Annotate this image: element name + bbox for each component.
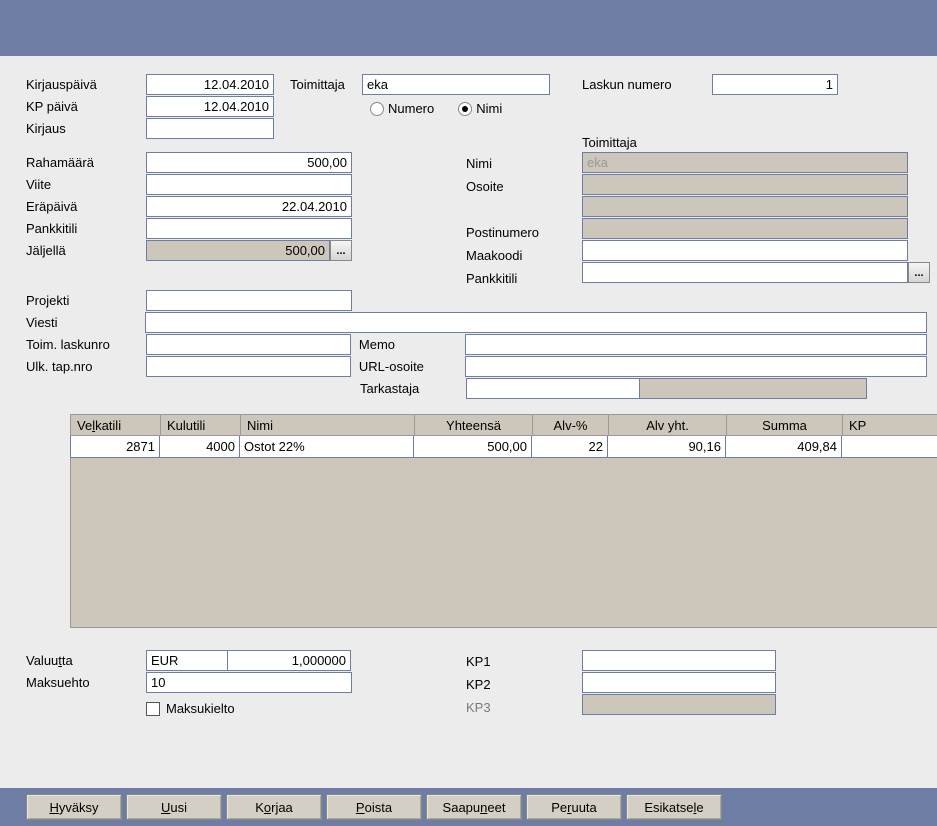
url-osoite-input[interactable] (465, 356, 927, 377)
ulk-tapnro-input[interactable] (146, 356, 351, 377)
laskun-numero-input[interactable] (712, 74, 838, 95)
viite-input[interactable] (146, 174, 352, 195)
label-maakoodi: Maakoodi (466, 248, 522, 263)
erapaiva-input[interactable] (146, 196, 352, 217)
label-numero-radio: Numero (388, 101, 434, 116)
label-pankkitili: Pankkitili (26, 221, 146, 236)
label-nimi-radio: Nimi (476, 101, 502, 116)
memo-input[interactable] (465, 334, 927, 355)
label-url-osoite: URL-osoite (359, 359, 465, 374)
valuutta-code-input[interactable] (146, 650, 228, 671)
toim-laskunro-input[interactable] (146, 334, 351, 355)
hdr-velkatili: Velkatili (77, 418, 121, 433)
label-toimittaja: Toimittaja (290, 77, 362, 92)
projekti-input[interactable] (146, 290, 352, 311)
label-erapaiva: Eräpäivä (26, 199, 146, 214)
cell-alv-pct: 22 (589, 439, 603, 454)
cell-summa: 409,84 (797, 439, 837, 454)
peruuta-button[interactable]: Peruuta (526, 794, 622, 820)
label-viite: Viite (26, 177, 146, 192)
table-row[interactable]: 2871 4000 Ostot 22% 500,00 22 90,16 409,… (70, 436, 937, 458)
toim-nimi-input[interactable] (582, 152, 908, 173)
tarkastaja1-input[interactable] (466, 378, 640, 399)
label-viesti: Viesti (26, 315, 145, 330)
label-memo: Memo (359, 337, 465, 352)
label-toimittaja-section: Toimittaja (582, 135, 637, 150)
cell-velkatili: 2871 (126, 439, 155, 454)
label-kirjauspaiva: Kirjauspäivä (26, 77, 146, 92)
label-tarkastaja: Tarkastaja (360, 381, 466, 396)
numero-radio[interactable] (370, 102, 384, 116)
toimittaja-input[interactable] (362, 74, 550, 95)
hdr-alv-yht: Alv yht. (646, 418, 689, 433)
toim-osoite1-input[interactable] (582, 174, 908, 195)
kirjaus-input[interactable] (146, 118, 274, 139)
esikatsele-button[interactable]: Esikatsele (626, 794, 722, 820)
label-pankkitili2: Pankkitili (466, 271, 517, 286)
uusi-button[interactable]: Uusi (126, 794, 222, 820)
poista-button[interactable]: Poista (326, 794, 422, 820)
label-laskun-numero: Laskun numero (582, 77, 712, 92)
toim-pankkitili-input[interactable] (582, 262, 908, 283)
label-maksukielto: Maksukielto (166, 701, 235, 716)
label-kp3: KP3 (466, 700, 491, 715)
korjaa-button[interactable]: Korjaa (226, 794, 322, 820)
nimi-radio[interactable] (458, 102, 472, 116)
label-ulk-tapnro: Ulk. tap.nro (26, 359, 146, 374)
kp2-input[interactable] (582, 672, 776, 693)
window-titlebar (0, 0, 937, 56)
label-kp2: KP2 (466, 677, 491, 692)
kp1-input[interactable] (582, 650, 776, 671)
hdr-summa: Summa (762, 418, 807, 433)
toim-postinumero-input[interactable] (582, 218, 908, 239)
hdr-yhteensa: Yhteensä (446, 418, 501, 433)
pankkitili-input[interactable] (146, 218, 352, 239)
label-projekti: Projekti (26, 293, 146, 308)
hdr-alv-pct: Alv-% (554, 418, 588, 433)
label-valuutta: Valuutta (26, 653, 146, 668)
cell-nimi: Ostot 22% (244, 439, 305, 454)
cell-yhteensa: 500,00 (487, 439, 527, 454)
kp-paiva-input[interactable] (146, 96, 274, 117)
saapuneet-button[interactable]: Saapuneet (426, 794, 522, 820)
label-rahamaara: Rahamäärä (26, 155, 146, 170)
kirjauspaiva-input[interactable] (146, 74, 274, 95)
maksukielto-checkbox[interactable] (146, 702, 160, 716)
label-maksuehto: Maksuehto (26, 675, 146, 690)
label-postinumero: Postinumero (466, 225, 539, 240)
jaljella-input (146, 240, 330, 261)
tarkastaja2-input (639, 378, 867, 399)
footer-toolbar: Hyväksy Uusi Korjaa Poista Saapuneet Per… (0, 788, 937, 826)
toim-maakoodi-input[interactable] (582, 240, 908, 261)
hdr-kulutili: Kulutili (167, 418, 205, 433)
maksuehto-input[interactable] (146, 672, 352, 693)
hdr-kp: KP (849, 418, 866, 433)
line-items-grid: Velkatili Kulutili Nimi Yhteensä Alv-% A… (70, 414, 937, 628)
valuutta-rate-input[interactable] (227, 650, 351, 671)
toim-osoite2-input[interactable] (582, 196, 908, 217)
rahamaara-input[interactable] (146, 152, 352, 173)
label-kp-paiva: KP päivä (26, 99, 146, 114)
cell-alv-yht: 90,16 (688, 439, 721, 454)
viesti-input[interactable] (145, 312, 927, 333)
label-kp1: KP1 (466, 654, 491, 669)
label-toim-laskunro: Toim. laskunro (26, 337, 146, 352)
label-jaljella: Jäljellä (26, 243, 146, 258)
grid-header: Velkatili Kulutili Nimi Yhteensä Alv-% A… (70, 414, 937, 436)
label-nimi: Nimi (466, 156, 492, 171)
toim-pankkitili-lookup-button[interactable]: ... (908, 262, 930, 283)
hdr-nimi: Nimi (247, 418, 273, 433)
label-kirjaus: Kirjaus (26, 121, 146, 136)
kp3-input (582, 694, 776, 715)
hyvaksy-button[interactable]: Hyväksy (26, 794, 122, 820)
grid-body-empty[interactable] (70, 458, 937, 628)
jaljella-lookup-button[interactable]: ... (330, 240, 352, 261)
label-osoite: Osoite (466, 179, 504, 194)
cell-kulutili: 4000 (206, 439, 235, 454)
